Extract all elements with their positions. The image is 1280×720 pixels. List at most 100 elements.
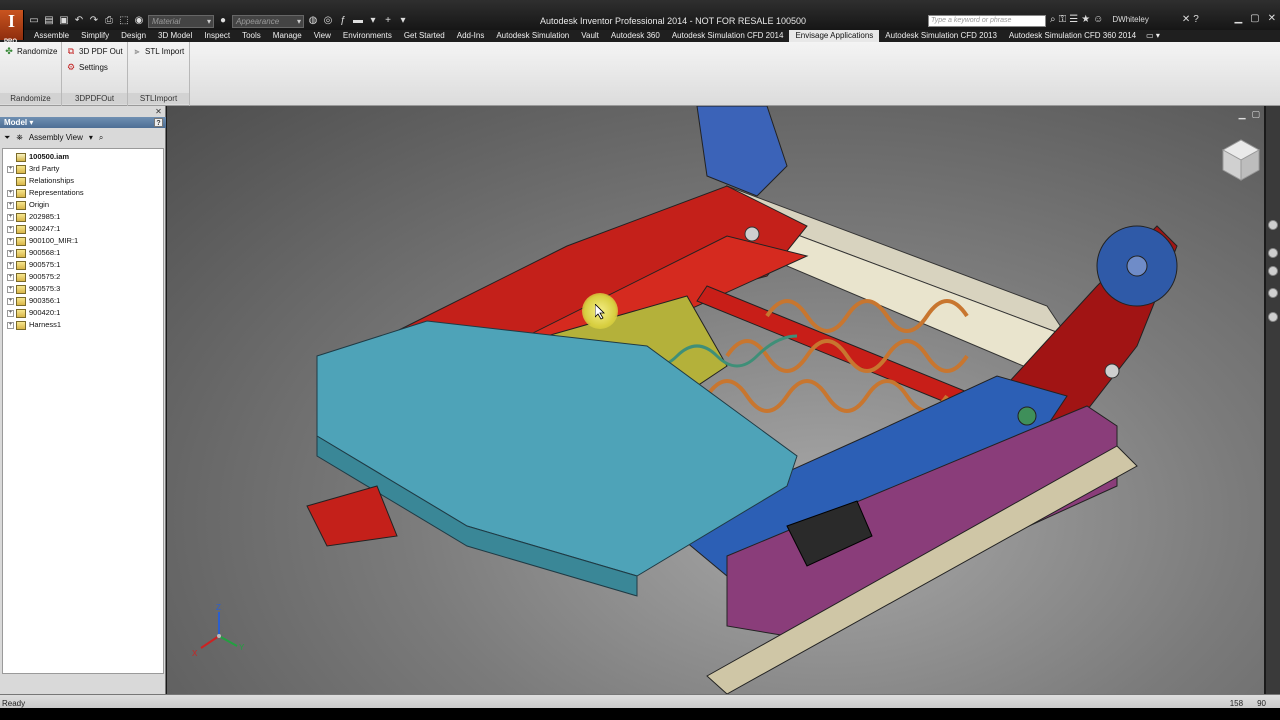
expand-toggle-icon[interactable]: +: [7, 321, 14, 329]
expand-toggle-icon[interactable]: +: [7, 249, 14, 257]
add-icon[interactable]: +: [382, 15, 394, 27]
appearance-icon[interactable]: ●: [217, 15, 229, 27]
exchange-icon[interactable]: ✕: [1182, 14, 1190, 25]
view-dropdown-arrow-icon[interactable]: ▾: [89, 133, 93, 142]
tab-inspect[interactable]: Inspect: [198, 30, 236, 42]
update-icon[interactable]: ◉: [133, 15, 145, 27]
appearance-dropdown[interactable]: Appearance: [232, 14, 304, 28]
expand-toggle-icon[interactable]: +: [7, 261, 14, 269]
tree-node[interactable]: + Harness1: [3, 319, 163, 331]
close-icon[interactable]: ✕: [1268, 13, 1276, 24]
measure-icon[interactable]: ▬: [352, 15, 364, 27]
expand-toggle-icon[interactable]: +: [7, 165, 14, 173]
qat-customize-icon[interactable]: ▾: [397, 15, 409, 27]
tab-add-ins[interactable]: Add-Ins: [451, 30, 491, 42]
print-icon[interactable]: ⎙: [103, 15, 115, 27]
tab-manage[interactable]: Manage: [267, 30, 308, 42]
tree-node[interactable]: +900575:1: [3, 259, 163, 271]
seat-frame-model[interactable]: [167, 106, 1264, 694]
binoculars-icon[interactable]: ⌕: [1050, 14, 1056, 25]
steering-wheel-icon[interactable]: [1268, 220, 1278, 230]
orbit-icon[interactable]: [1268, 288, 1278, 298]
tab-tools[interactable]: Tools: [236, 30, 267, 42]
undo-icon[interactable]: ↶: [73, 15, 85, 27]
tree-node[interactable]: +900356:1: [3, 295, 163, 307]
tree-node[interactable]: +900575:3: [3, 283, 163, 295]
find-binoculars-icon[interactable]: ⌕: [99, 133, 103, 143]
redo-icon[interactable]: ↷: [88, 15, 100, 27]
open-folder-icon[interactable]: ▤: [43, 15, 55, 27]
tab-design[interactable]: Design: [115, 30, 152, 42]
select-icon[interactable]: ⬚: [118, 15, 130, 27]
tab-get-started[interactable]: Get Started: [398, 30, 451, 42]
tree-node-label: 900356:1: [29, 296, 61, 305]
tab-autodesk-360[interactable]: Autodesk 360: [605, 30, 666, 42]
expand-toggle-icon[interactable]: +: [7, 201, 14, 209]
expand-toggle-icon[interactable]: +: [7, 213, 14, 221]
measure-dropdown-icon[interactable]: ▾: [367, 15, 379, 27]
viewport-minimize-icon[interactable]: ▁: [1239, 109, 1246, 120]
viewcube[interactable]: [1217, 136, 1264, 184]
app-menu-button[interactable]: I PRO: [0, 10, 24, 45]
settings-button[interactable]: ⚙ Settings: [66, 62, 108, 72]
tree-node[interactable]: +900100_MIR:1: [3, 235, 163, 247]
minimize-icon[interactable]: ▁: [1234, 13, 1242, 24]
signin-user[interactable]: DWhiteley: [1112, 15, 1148, 24]
tab-simplify[interactable]: Simplify: [75, 30, 115, 42]
tree-root-assembly[interactable]: 100500.iam: [3, 151, 163, 163]
tree-node[interactable]: +202985:1: [3, 211, 163, 223]
tab-environments[interactable]: Environments: [337, 30, 398, 42]
favorites-star-icon[interactable]: ★: [1081, 14, 1090, 25]
expand-toggle-icon[interactable]: +: [7, 273, 14, 281]
tree-node[interactable]: + Origin: [3, 199, 163, 211]
tree-node[interactable]: +3rd Party: [3, 163, 163, 175]
expand-toggle-icon[interactable]: +: [7, 189, 14, 197]
new-file-icon[interactable]: ▭: [28, 15, 40, 27]
maximize-icon[interactable]: ▢: [1250, 13, 1259, 24]
tab-view[interactable]: View: [308, 30, 337, 42]
ribbon-minimize-icon[interactable]: ▭ ▾: [1142, 30, 1164, 42]
browser-close-icon[interactable]: ✕: [154, 107, 163, 116]
help-search-input[interactable]: Type a keyword or phrase: [928, 15, 1046, 27]
browser-help-icon[interactable]: ?: [154, 118, 163, 127]
expand-toggle-icon[interactable]: +: [7, 297, 14, 305]
tab-autodesk-simulation[interactable]: Autodesk Simulation: [490, 30, 575, 42]
tree-node[interactable]: +900575:2: [3, 271, 163, 283]
expand-toggle-icon[interactable]: +: [7, 309, 14, 317]
tree-node[interactable]: +900568:1: [3, 247, 163, 259]
key-icon[interactable]: ⚿: [1059, 14, 1067, 25]
tree-node[interactable]: Relationships: [3, 175, 163, 187]
tab-envisage-applications[interactable]: Envisage Applications: [789, 30, 880, 42]
zoom-icon[interactable]: [1268, 266, 1278, 276]
filter-icon[interactable]: ⏷: [4, 133, 10, 143]
look-at-icon[interactable]: [1268, 312, 1278, 322]
pan-icon[interactable]: [1268, 248, 1278, 258]
browser-header[interactable]: Model ▾ ?: [0, 117, 166, 128]
tab-autodesk-simulation-cfd-2013[interactable]: Autodesk Simulation CFD 2013: [879, 30, 1003, 42]
expand-toggle-icon[interactable]: +: [7, 285, 14, 293]
color-override-icon[interactable]: ◍: [307, 15, 319, 27]
user-icon[interactable]: ☺: [1093, 14, 1103, 25]
material-dropdown[interactable]: Material: [148, 14, 214, 28]
subscription-icon[interactable]: ☰: [1069, 14, 1078, 25]
graphics-viewport[interactable]: ▁ ▢ Z Y X: [167, 106, 1264, 694]
save-icon[interactable]: ▣: [58, 15, 70, 27]
tree-node[interactable]: +900247:1: [3, 223, 163, 235]
tab-assemble[interactable]: Assemble: [28, 30, 75, 42]
expand-toggle-icon[interactable]: +: [7, 237, 14, 245]
3d-pdf-out-button[interactable]: ⧉ 3D PDF Out: [66, 46, 123, 56]
clear-override-icon[interactable]: ◎: [322, 15, 334, 27]
component-icon: [16, 272, 26, 282]
tab-autodesk-simulation-cfd-360-2014[interactable]: Autodesk Simulation CFD 360 2014: [1003, 30, 1142, 42]
tree-node[interactable]: + Representations: [3, 187, 163, 199]
tab-3d-model[interactable]: 3D Model: [152, 30, 198, 42]
tab-vault[interactable]: Vault: [575, 30, 605, 42]
function-icon[interactable]: ƒ: [337, 15, 349, 27]
stl-import-button[interactable]: ⫸ STL Import: [132, 46, 184, 56]
tree-node[interactable]: +900420:1: [3, 307, 163, 319]
assembly-view-dropdown[interactable]: Assembly View: [29, 133, 83, 142]
help-icon[interactable]: ?: [1193, 14, 1199, 25]
tab-autodesk-simulation-cfd-2014[interactable]: Autodesk Simulation CFD 2014: [666, 30, 790, 42]
viewport-restore-icon[interactable]: ▢: [1251, 109, 1260, 120]
expand-toggle-icon[interactable]: +: [7, 225, 14, 233]
